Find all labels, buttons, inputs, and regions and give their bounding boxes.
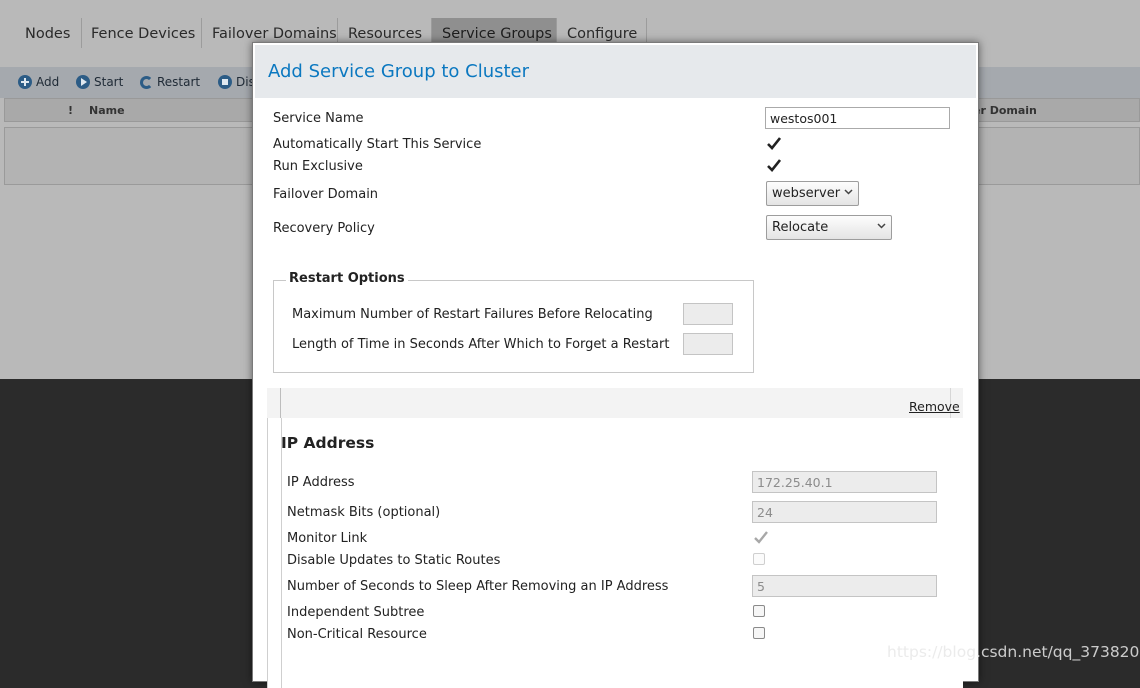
ip-address-label: IP Address — [287, 475, 355, 490]
recovery-policy-label: Recovery Policy — [273, 221, 375, 236]
run-exclusive-label: Run Exclusive — [273, 159, 363, 174]
add-service-group-dialog: Add Service Group to Cluster Service Nam… — [252, 42, 979, 688]
restart-icon — [140, 75, 153, 89]
add-icon — [18, 75, 32, 89]
monitor-link-label: Monitor Link — [287, 531, 368, 546]
resource-indent-line — [281, 418, 282, 688]
tab-nodes[interactable]: Nodes — [16, 18, 82, 48]
restart-button[interactable]: Restart — [140, 75, 200, 89]
add-label: Add — [36, 75, 60, 89]
failover-domain-value: webserver — [772, 186, 841, 201]
failover-domain-label: Failover Domain — [273, 187, 379, 202]
independent-subtree-label: Independent Subtree — [287, 605, 425, 620]
restart-options-legend: Restart Options — [286, 271, 408, 286]
start-button[interactable]: Start — [76, 75, 123, 89]
watermark: https://blog.csdn.net/qq_37382077 — [887, 643, 1140, 661]
main-tab-bar: Nodes Fence Devices Failover Domains Res… — [0, 0, 1140, 48]
sleep-seconds-input[interactable] — [752, 575, 937, 597]
independent-subtree-checkbox[interactable] — [753, 605, 765, 617]
checkmark-icon — [754, 531, 768, 544]
play-icon — [76, 75, 90, 89]
restart-options-fieldset — [273, 280, 754, 373]
non-critical-resource-checkbox[interactable] — [753, 627, 765, 639]
dialog-header: Add Service Group to Cluster — [255, 45, 976, 98]
auto-start-label: Automatically Start This Service — [273, 137, 482, 152]
dialog-title: Add Service Group to Cluster — [268, 61, 530, 82]
service-name-label: Service Name — [273, 111, 364, 126]
service-name-input[interactable] — [765, 107, 950, 129]
disable-static-routes-label: Disable Updates to Static Routes — [287, 553, 501, 568]
start-label: Start — [94, 75, 124, 89]
chevron-down-icon — [844, 189, 853, 195]
recovery-policy-value: Relocate — [772, 220, 829, 235]
disable-static-routes-checkbox[interactable] — [753, 553, 765, 565]
stop-icon — [218, 75, 232, 89]
max-restart-failures-input[interactable] — [683, 303, 733, 325]
resource-panel — [267, 388, 963, 688]
restart-expire-time-label: Length of Time in Seconds After Which to… — [292, 337, 670, 352]
disable-button[interactable]: Dis — [218, 75, 255, 89]
netmask-input[interactable] — [752, 501, 937, 523]
restart-expire-time-input[interactable] — [683, 333, 733, 355]
ip-address-input[interactable] — [752, 471, 937, 493]
ip-address-heading: IP Address — [281, 434, 375, 452]
non-critical-resource-label: Non-Critical Resource — [287, 627, 427, 642]
remove-resource-link[interactable]: Remove — [909, 399, 960, 414]
grid-header-failover-domain[interactable]: er Domain — [973, 104, 1037, 117]
netmask-label: Netmask Bits (optional) — [287, 505, 441, 520]
max-restart-failures-label: Maximum Number of Restart Failures Befor… — [292, 307, 653, 322]
chevron-down-icon — [877, 223, 886, 229]
monitor-link-checkbox[interactable] — [754, 531, 768, 544]
run-exclusive-checkbox[interactable] — [767, 159, 781, 172]
add-button[interactable]: Add — [18, 75, 59, 89]
grid-header-status[interactable]: ! — [68, 104, 73, 117]
failover-domain-select[interactable]: webserver — [766, 181, 859, 206]
restart-label: Restart — [157, 75, 201, 89]
resource-bar-inner — [280, 388, 951, 418]
auto-start-checkbox[interactable] — [767, 137, 781, 150]
sleep-seconds-label: Number of Seconds to Sleep After Removin… — [287, 579, 669, 594]
grid-header-name[interactable]: Name — [89, 104, 125, 117]
checkmark-icon — [767, 159, 781, 172]
tab-fence-devices[interactable]: Fence Devices — [82, 18, 202, 48]
checkmark-icon — [767, 137, 781, 150]
recovery-policy-select[interactable]: Relocate — [766, 215, 892, 240]
